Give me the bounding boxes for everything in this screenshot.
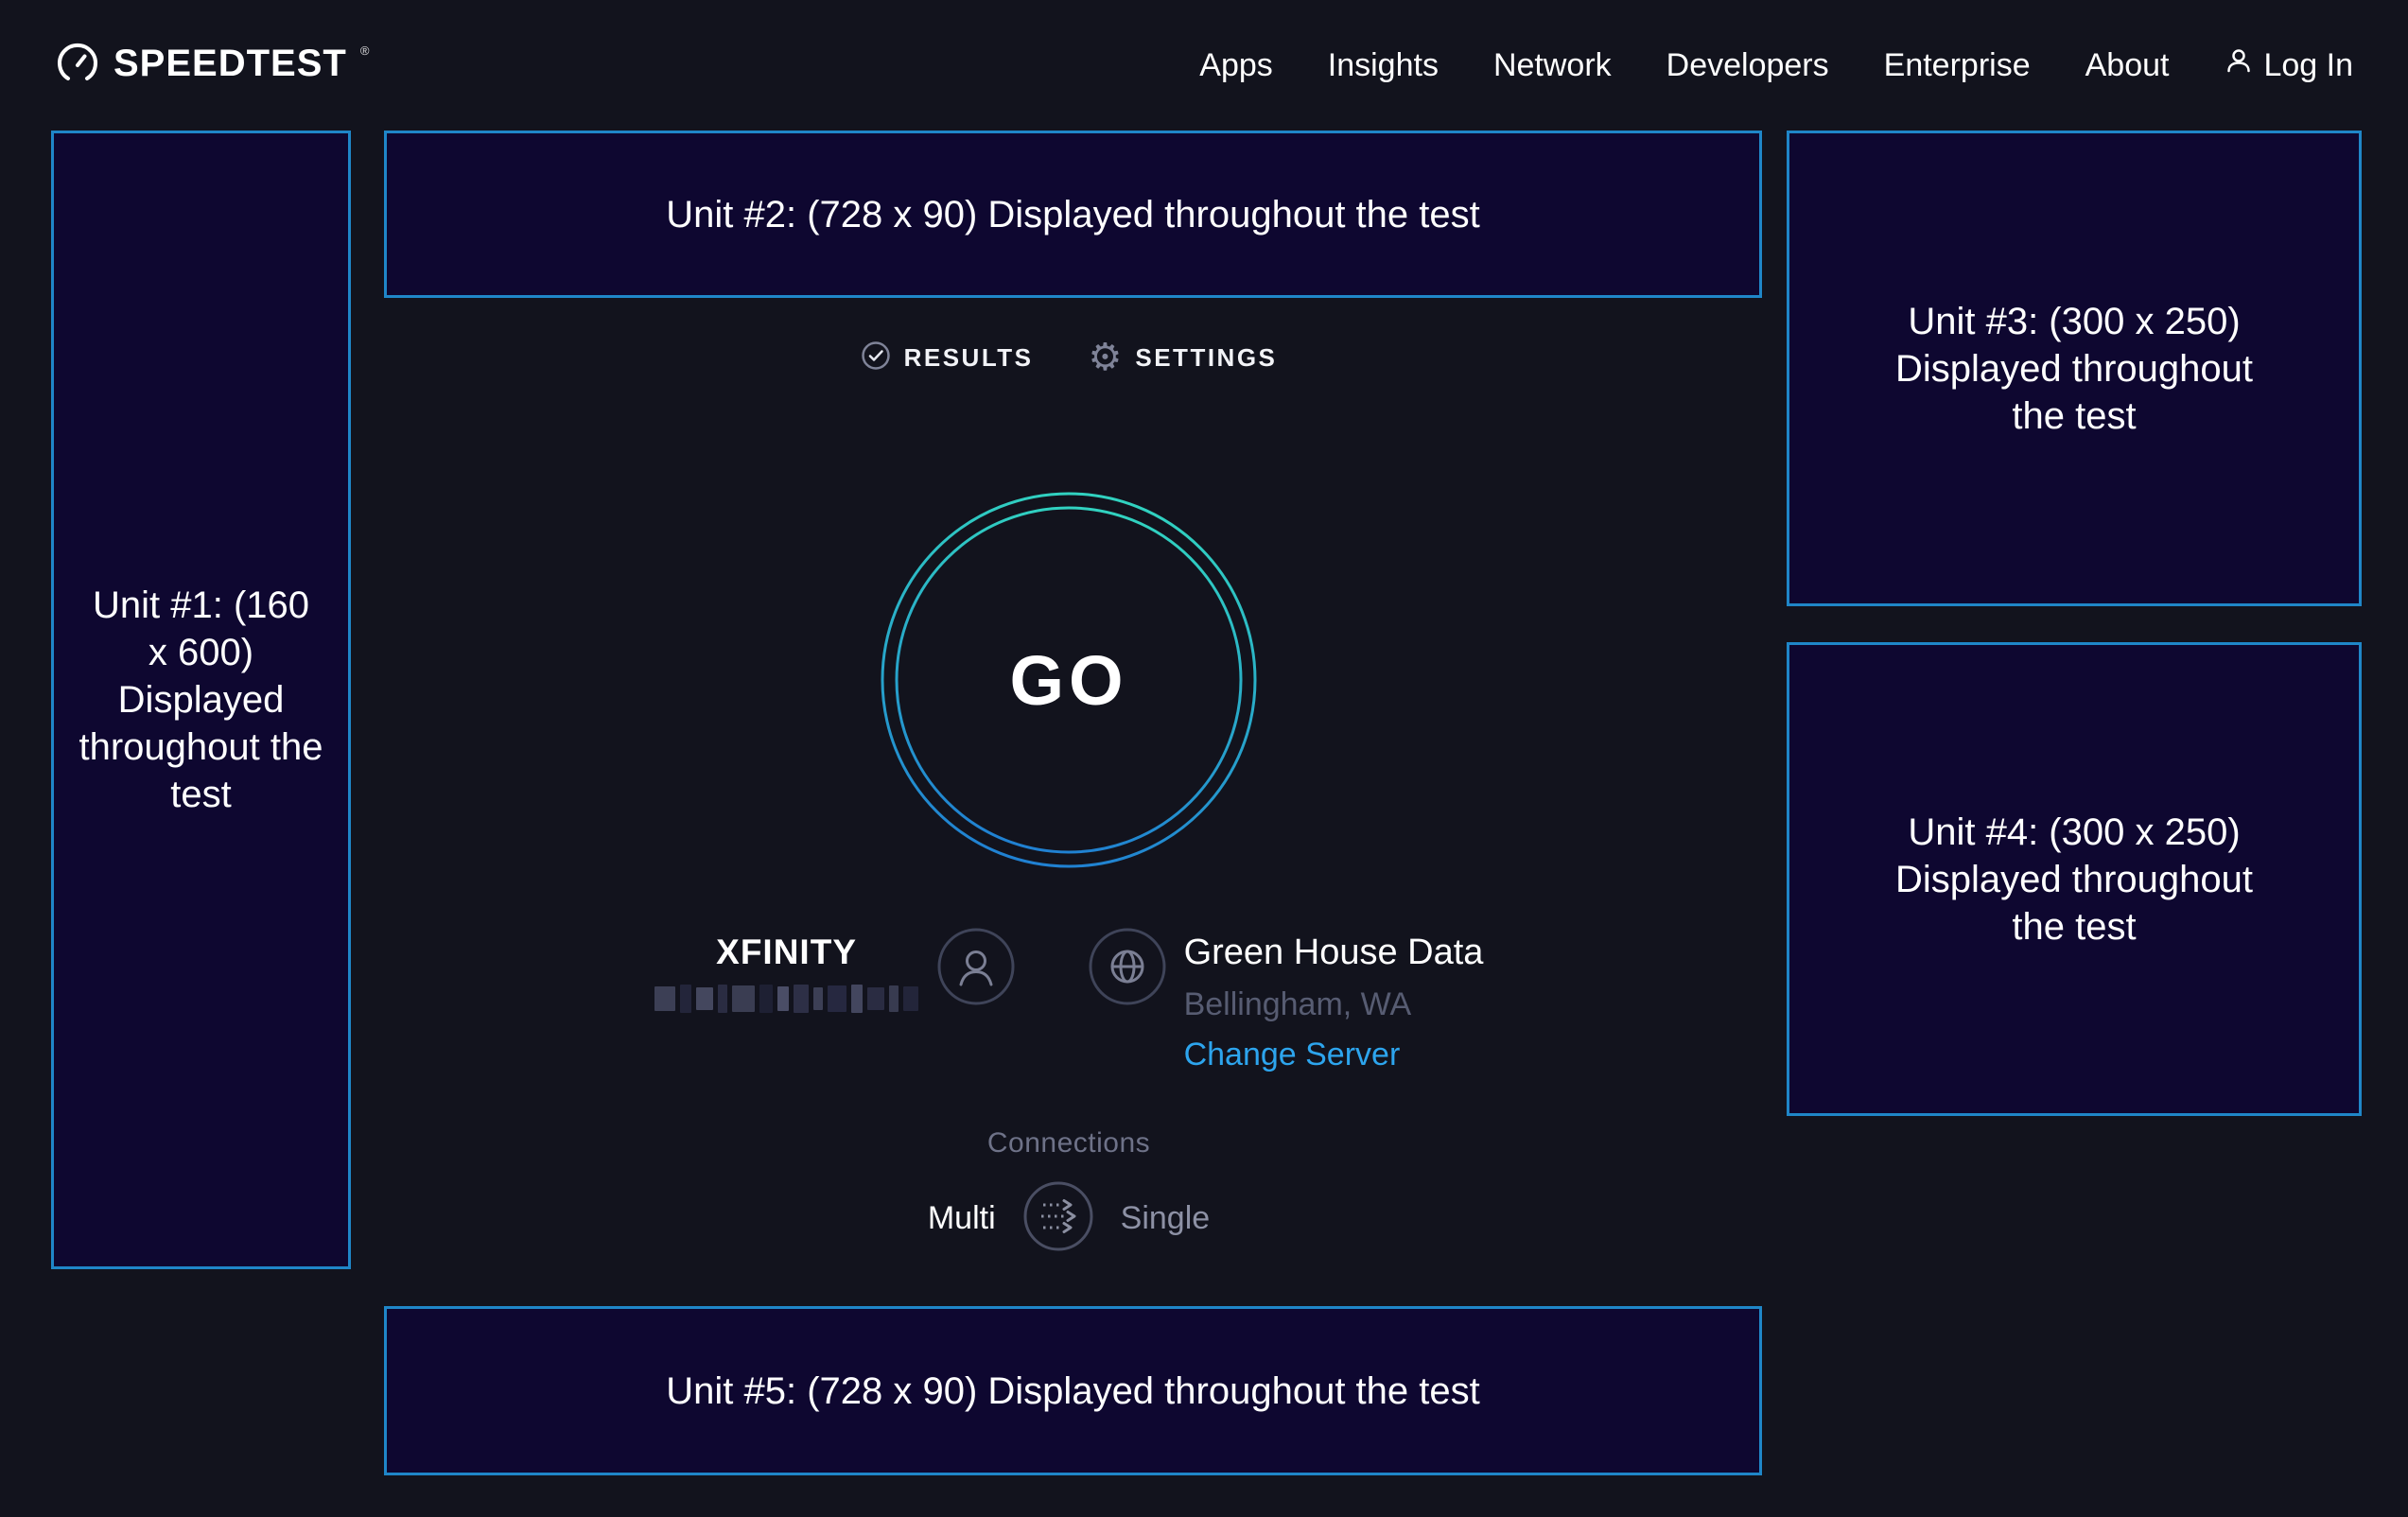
- ad-unit-4[interactable]: Unit #4: (300 x 250) Displayed throughou…: [1787, 642, 2362, 1116]
- connections-single-option[interactable]: Single: [1121, 1200, 1211, 1237]
- server-info: Green House Data Bellingham, WA Change S…: [1184, 927, 1484, 1073]
- server-location: Bellingham, WA: [1184, 986, 1484, 1023]
- speedtest-page: SPEEDTEST ® Apps Insights Network Develo…: [0, 0, 2408, 1517]
- nav-item-enterprise[interactable]: Enterprise: [1884, 47, 2031, 84]
- isp-name: XFINITY: [716, 933, 857, 972]
- host-row: XFINITY: [351, 927, 1787, 1073]
- ad-unit-2-text: Unit #2: (728 x 90) Displayed throughout…: [666, 191, 1480, 238]
- multi-connection-icon[interactable]: [1022, 1180, 1094, 1257]
- person-circle-icon: [936, 927, 1016, 1011]
- isp-detail-redacted: [654, 984, 918, 1014]
- user-icon: [2224, 46, 2254, 85]
- ad-unit-5-text: Unit #5: (728 x 90) Displayed throughout…: [666, 1368, 1480, 1415]
- go-button[interactable]: GO: [878, 489, 1260, 871]
- connections-section: Connections Multi Single: [351, 1127, 1787, 1257]
- nav-item-network[interactable]: Network: [1493, 47, 1612, 84]
- speedometer-icon: [55, 41, 100, 91]
- gear-icon: ⚙: [1089, 339, 1123, 376]
- ad-unit-5[interactable]: Unit #5: (728 x 90) Displayed throughout…: [384, 1306, 1762, 1475]
- login-label: Log In: [2263, 47, 2353, 84]
- main-nav: Apps Insights Network Developers Enterpr…: [1199, 46, 2353, 85]
- nav-item-about[interactable]: About: [2085, 47, 2170, 84]
- globe-circle-icon: [1088, 927, 1167, 1011]
- tab-results-label: RESULTS: [904, 343, 1034, 373]
- ad-unit-2[interactable]: Unit #2: (728 x 90) Displayed throughout…: [384, 131, 1762, 298]
- tab-results[interactable]: RESULTS: [861, 340, 1034, 375]
- server-block: Green House Data Bellingham, WA Change S…: [1088, 927, 1484, 1073]
- ad-unit-4-text: Unit #4: (300 x 250) Displayed throughou…: [1789, 809, 2359, 950]
- ad-unit-3-text: Unit #3: (300 x 250) Displayed throughou…: [1789, 298, 2359, 440]
- change-server-link[interactable]: Change Server: [1184, 1037, 1484, 1073]
- nav-item-developers[interactable]: Developers: [1666, 47, 1829, 84]
- nav-item-apps[interactable]: Apps: [1199, 47, 1273, 84]
- server-name: Green House Data: [1184, 933, 1484, 973]
- logo[interactable]: SPEEDTEST ®: [55, 41, 369, 91]
- isp-block: XFINITY: [654, 927, 1016, 1014]
- tab-settings[interactable]: ⚙ SETTINGS: [1089, 339, 1278, 376]
- ad-unit-1[interactable]: Unit #1: (160 x 600) Displayed throughou…: [51, 131, 351, 1269]
- connections-toggle-row: Multi Single: [928, 1180, 1210, 1257]
- go-button-label: GO: [878, 489, 1260, 871]
- nav-item-insights[interactable]: Insights: [1328, 47, 1439, 84]
- header: SPEEDTEST ® Apps Insights Network Develo…: [0, 0, 2408, 131]
- connections-multi-option[interactable]: Multi: [928, 1200, 996, 1237]
- logo-trademark: ®: [360, 44, 370, 57]
- connections-label: Connections: [987, 1127, 1150, 1160]
- check-circle-icon: [861, 340, 891, 375]
- tab-settings-label: SETTINGS: [1135, 343, 1277, 373]
- ad-unit-3[interactable]: Unit #3: (300 x 250) Displayed throughou…: [1787, 131, 2362, 606]
- view-tabs: RESULTS ⚙ SETTINGS: [351, 339, 1787, 376]
- login-button[interactable]: Log In: [2224, 46, 2353, 85]
- ad-unit-1-text: Unit #1: (160 x 600) Displayed throughou…: [54, 582, 348, 818]
- logo-text: SPEEDTEST: [113, 41, 347, 86]
- isp-info: XFINITY: [654, 927, 919, 1014]
